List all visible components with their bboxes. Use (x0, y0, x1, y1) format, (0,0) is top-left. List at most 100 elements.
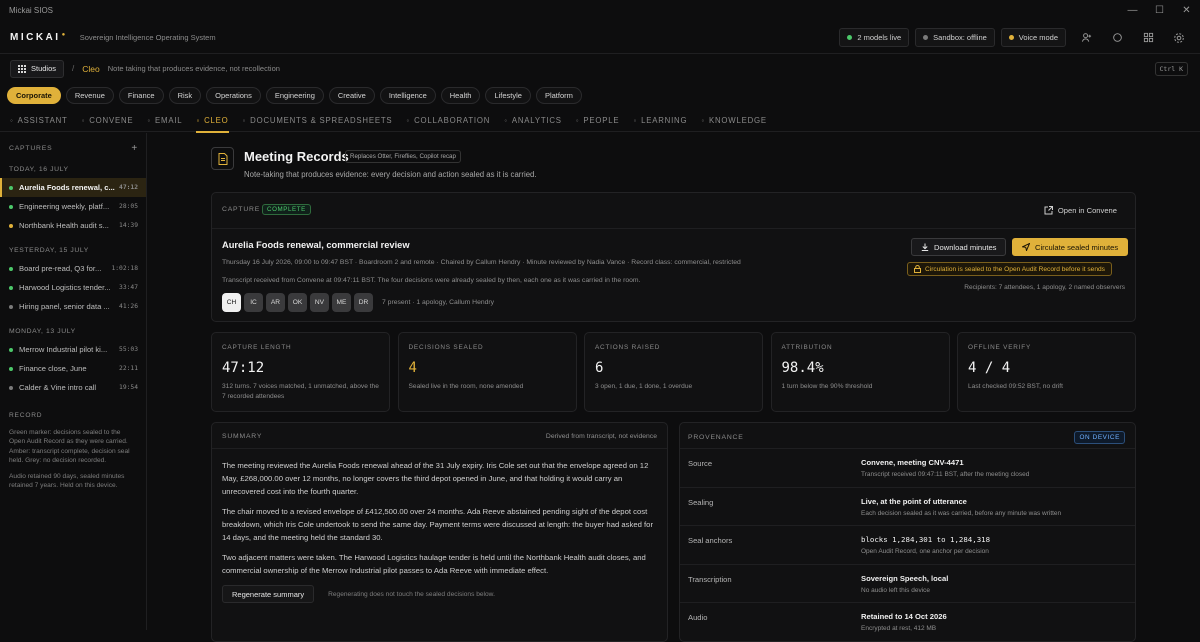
capture-title: Aurelia Foods renewal, c... (19, 183, 115, 192)
capture-list-item[interactable]: Board pre-read, Q3 for... 1:02:18 (0, 259, 146, 278)
page-subtitle: Note-taking that produces evidence: ever… (244, 170, 537, 179)
tab-people[interactable]: ◦ PEOPLE (576, 110, 620, 132)
tab-label: KNOWLEDGE (708, 116, 767, 125)
lock-icon (914, 265, 921, 273)
regenerate-summary-button[interactable]: Regenerate summary (222, 585, 315, 603)
category-chip-risk[interactable]: Risk (168, 87, 202, 104)
stat-note: Sealed live in the room, none amended (408, 383, 524, 390)
tab-assistant[interactable]: ◦ ASSISTANT (10, 110, 68, 132)
tab-knowledge[interactable]: ◦ KNOWLEDGE (701, 110, 767, 132)
capture-meta: Thursday 16 July 2026, 09:00 to 09:47 BS… (222, 259, 741, 266)
close-icon[interactable]: ✕ (1173, 0, 1200, 20)
tab-learning[interactable]: ◦ LEARNING (633, 110, 687, 132)
stat-note: 1 turn below the 90% threshold (781, 383, 873, 390)
status-dot-icon (9, 347, 13, 352)
tab-convene[interactable]: ◦ CONVENE (82, 110, 134, 132)
tab-dot-icon: ◦ (406, 116, 411, 125)
capture-title: Harwood Logistics tender... (19, 283, 111, 292)
record-retention: Audio retained 90 days, sealed minutes r… (9, 472, 125, 490)
capture-duration: 33:47 (119, 284, 138, 291)
avatar[interactable]: DR (354, 293, 373, 312)
maximize-icon[interactable]: ☐ (1146, 0, 1173, 20)
tab-dot-icon: ◦ (575, 116, 580, 125)
tab-label: LEARNING (641, 116, 688, 125)
category-chip-revenue[interactable]: Revenue (65, 87, 114, 104)
category-chip-finance[interactable]: Finance (118, 87, 164, 104)
studio-tabs: ◦ ASSISTANT ◦ CONVENE ◦ EMAIL ◦ CLEO ◦ DOCUMENTS … (0, 110, 1200, 133)
avatar[interactable]: AR (266, 293, 285, 312)
window-controls: — ☐ ✕ (1119, 0, 1200, 20)
tab-label: PEOPLE (583, 116, 620, 125)
regenerate-note: Regenerating does not touch the sealed d… (328, 590, 495, 598)
capture-duration: 19:54 (119, 384, 138, 391)
capture-list-item[interactable]: Merrow Industrial pilot ki... 55:03 (0, 340, 146, 359)
record-section: RECORD Green marker: decisions sealed to… (0, 411, 146, 491)
stat-label: OFFLINE VERIFY (968, 344, 1032, 351)
status-dot-icon (9, 366, 13, 371)
tab-label: DOCUMENTS & SPREADSHEETS (250, 116, 393, 125)
capture-title: Finance close, June (19, 364, 87, 373)
status-circle-icon[interactable] (1106, 28, 1128, 47)
sandbox-status[interactable]: Sandbox: offline (915, 28, 995, 47)
category-chip-corporate[interactable]: Corporate (7, 87, 61, 104)
capture-day-heading: MONDAY, 13 JULY (9, 328, 76, 335)
capture-list-item[interactable]: Engineering weekly, platf... 28:05 (0, 197, 146, 216)
capture-list-item[interactable]: Harwood Logistics tender... 33:47 (0, 278, 146, 297)
capture-title: Aurelia Foods renewal, commercial review (222, 240, 410, 250)
provenance-row: Audio Retained to 14 Oct 2026 Encrypted at… (680, 602, 1135, 641)
models-status[interactable]: 2 models live (839, 28, 910, 47)
capture-list-item[interactable]: Finance close, June 22:11 (0, 359, 146, 378)
attendee-avatars: CH IC AR OK NV ME DR 7 present · 1 apology, Cal… (222, 293, 494, 312)
category-chip-engineering[interactable]: Engineering (265, 87, 324, 104)
page-title: Meeting Records (244, 149, 349, 164)
provenance-key: Audio (688, 613, 708, 622)
document-icon (211, 147, 234, 170)
avatar[interactable]: ME (332, 293, 351, 312)
provenance-detail: Encrypted at rest, 412 MB (861, 625, 937, 632)
provenance-value: Retained to 14 Oct 2026 (861, 612, 947, 621)
command-shortcut[interactable]: Ctrl K (1154, 62, 1188, 76)
capture-list-item[interactable]: Aurelia Foods renewal, c... 47:12 (0, 178, 146, 197)
voice-mode-button[interactable]: Voice mode (1000, 28, 1066, 47)
add-capture-icon[interactable]: + (131, 143, 138, 154)
capture-list-item[interactable]: Calder & Vine intro call 19:54 (0, 378, 146, 397)
category-chip-creative[interactable]: Creative (328, 87, 375, 104)
divider (212, 228, 1135, 229)
summary-paragraph: The meeting reviewed the Aurelia Foods r… (222, 461, 649, 496)
open-in-convene-link[interactable]: Open in Convene (1044, 206, 1117, 215)
avatar[interactable]: IC (244, 293, 263, 312)
category-chip-health[interactable]: Health (440, 87, 481, 104)
capture-title: Hiring panel, senior data ... (19, 302, 110, 311)
category-chip-operations[interactable]: Operations (206, 87, 261, 104)
status-dot-icon (9, 204, 13, 209)
tab-cleo[interactable]: ◦ CLEO (196, 110, 229, 133)
tab-email[interactable]: ◦ EMAIL (147, 110, 182, 132)
category-chip-intelligence[interactable]: Intelligence (379, 87, 436, 104)
minimize-icon[interactable]: — (1119, 0, 1146, 20)
capture-list-item[interactable]: Northbank Health audit s... 14:39 (0, 216, 146, 235)
user-icon[interactable] (1075, 28, 1097, 47)
avatar[interactable]: OK (288, 293, 307, 312)
record-legend: Green marker: decisions sealed to the Op… (9, 428, 130, 465)
send-icon (1022, 243, 1030, 251)
tab-analytics[interactable]: ◦ ANALYTICS (504, 110, 562, 132)
grid-icon[interactable] (1137, 28, 1159, 47)
download-minutes-button[interactable]: Download minutes (911, 238, 1007, 256)
stat-card: DECISIONS SEALED 4 Sealed live in the room… (397, 332, 577, 412)
gear-icon[interactable] (1168, 28, 1190, 47)
capture-duration: 1:02:18 (111, 265, 138, 272)
capture-list-item[interactable]: Hiring panel, senior data ... 41:26 (0, 297, 146, 316)
stat-value: 47:12 (222, 360, 265, 376)
circulate-sealed-minutes-button[interactable]: Circulate sealed minutes (1012, 238, 1129, 256)
stat-note: Last checked 09:52 BST, no drift (968, 383, 1063, 390)
download-icon (921, 243, 929, 251)
logo-dot-icon: ● (61, 32, 68, 38)
avatar[interactable]: CH (222, 293, 241, 312)
category-chip-lifestyle[interactable]: Lifestyle (485, 87, 531, 104)
avatar[interactable]: NV (310, 293, 329, 312)
studios-button[interactable]: Studios (10, 59, 65, 78)
tab-documents-spreadsheets[interactable]: ◦ DOCUMENTS & SPREADSHEETS (243, 110, 393, 132)
category-chip-platform[interactable]: Platform (535, 87, 582, 104)
tab-collaboration[interactable]: ◦ COLLABORATION (406, 110, 490, 132)
status-badge: COMPLETE (262, 204, 311, 215)
